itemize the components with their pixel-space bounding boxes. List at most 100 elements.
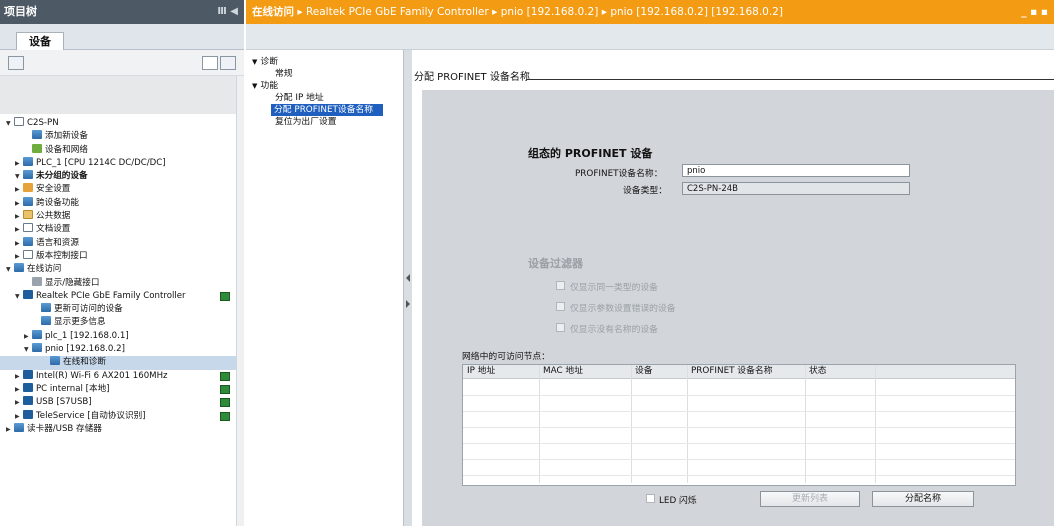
expanded-arrow-icon[interactable]: ▼ (15, 290, 23, 303)
page-title: 分配 PROFINET 设备名称 (414, 72, 530, 83)
expanded-arrow-icon[interactable]: ▼ (6, 117, 14, 130)
splitter[interactable] (404, 50, 412, 526)
nav-item[interactable]: 分配 PROFINET设备名称 (271, 104, 383, 116)
device-name-label: PROFINET设备名称： (575, 169, 663, 179)
row-divider (463, 411, 1015, 412)
tree-scrollbar[interactable] (236, 76, 244, 526)
led-flash-checkbox[interactable] (646, 494, 655, 503)
tree-item[interactable]: ▼ C2S-PN (0, 117, 236, 130)
tree-item[interactable]: 显示更多信息 (0, 316, 236, 329)
breadcrumb-item-online-access[interactable]: 在线访问 (252, 6, 294, 18)
breadcrumb-item-controller[interactable]: Realtek PCIe GbE Family Controller (306, 6, 489, 18)
collapsed-arrow-icon[interactable]: ▶ (15, 183, 23, 196)
expanded-arrow-icon[interactable]: ▼ (252, 58, 257, 66)
collapsed-arrow-icon[interactable]: ▶ (15, 370, 23, 383)
collapsed-arrow-icon[interactable]: ▶ (15, 237, 23, 250)
tree-item[interactable]: ▼ 在线访问 (0, 263, 236, 276)
add-device-icon[interactable] (220, 56, 236, 70)
expanded-arrow-icon[interactable]: ▼ (6, 263, 14, 276)
breadcrumb: 在线访问 ▸ Realtek PCIe GbE Family Controlle… (246, 0, 1054, 24)
collapse-left-icon[interactable] (406, 274, 410, 282)
tree-item[interactable]: 更新可访问的设备 (0, 303, 236, 316)
collapsed-arrow-icon[interactable]: ▶ (15, 410, 23, 423)
update-list-button[interactable]: 更新列表 (760, 491, 860, 507)
nav-item[interactable]: ▼ 诊断 (246, 56, 403, 68)
filter-same-type-checkbox[interactable] (556, 281, 565, 290)
nav-item[interactable]: 常规 (246, 68, 403, 80)
tree-item[interactable]: 设备和网络 (0, 143, 236, 157)
list-view-icon[interactable] (202, 56, 218, 70)
row-divider (463, 443, 1015, 444)
tree-item-label: 设备和网络 (45, 144, 88, 155)
tree-item[interactable]: ▼ Realtek PCIe GbE Family Controller (0, 289, 236, 303)
tree-item[interactable]: ▶ TeleService [自动协议识别] (0, 409, 236, 423)
pc-item-icon (23, 409, 33, 419)
tree-item[interactable]: ▶ plc_1 [192.168.0.1] (0, 329, 236, 343)
tree-item[interactable]: ▼ 未分组的设备 (0, 170, 236, 183)
expanded-arrow-icon[interactable]: ▼ (24, 343, 32, 356)
tree-item[interactable]: 显示/隐藏接口 (0, 276, 236, 290)
collapsed-arrow-icon[interactable]: ▶ (15, 157, 23, 170)
tree-item[interactable]: ▶ 读卡器/USB 存储器 (0, 422, 236, 436)
tree-item[interactable]: ▶ PC internal [本地] (0, 382, 236, 396)
tree-item[interactable]: 添加新设备 (0, 130, 236, 143)
nav-item[interactable]: ▼ 功能 (246, 80, 403, 92)
tree-item-label: 显示更多信息 (54, 317, 106, 328)
breadcrumb-separator: ▸ (492, 6, 498, 18)
col-device[interactable]: 设备 (635, 365, 653, 378)
function-nav: ▼ 诊断 常规 ▼ 功能 分配 IP 地址 分配 PROFINET设备名称 复位为出厂设置 (246, 50, 404, 526)
col-mac-address[interactable]: MAC 地址 (543, 365, 583, 378)
blue-item-icon (23, 170, 33, 180)
row-divider (463, 427, 1015, 428)
tree-item[interactable]: ▶ 语言和资源 (0, 236, 236, 250)
tree-item[interactable]: ▶ 公共数据 (0, 210, 236, 223)
col-status[interactable]: 状态 (809, 365, 827, 378)
tree-item[interactable]: ▶ 跨设备功能 (0, 196, 236, 210)
expanded-arrow-icon[interactable]: ▼ (252, 82, 257, 90)
breadcrumb-item-pnio-detail[interactable]: pnio [192.168.0.2] [192.168.0.2] (610, 6, 783, 18)
breadcrumb-separator: ▸ (601, 6, 607, 18)
tree-item[interactable]: ▼ pnio [192.168.0.2] (0, 343, 236, 356)
tab-devices[interactable]: 设备 (16, 32, 64, 50)
tree-item[interactable]: ▶ Intel(R) Wi-Fi 6 AX201 160MHz (0, 369, 236, 383)
filter-no-name-checkbox[interactable] (556, 323, 565, 332)
project-tree-title-bar: 项目树 Ⅲ ◀ (0, 0, 244, 24)
tree-item[interactable]: ▶ 文档设置 (0, 223, 236, 236)
online-status-icon (220, 291, 230, 301)
collapsed-arrow-icon[interactable]: ▶ (15, 197, 23, 210)
blue-item-icon (32, 329, 42, 339)
table-header: IP 地址 MAC 地址 设备 PROFINET 设备名称 状态 (463, 365, 1015, 379)
nav-item[interactable]: 分配 IP 地址 (246, 92, 403, 104)
col-profinet-name[interactable]: PROFINET 设备名称 (691, 365, 773, 378)
collapsed-arrow-icon[interactable]: ▶ (24, 330, 32, 343)
window-controls[interactable]: _ ▪ ▪ (1021, 0, 1048, 24)
nav-item-label: 分配 PROFINET设备名称 (274, 105, 374, 115)
breadcrumb-item-pnio[interactable]: pnio [192.168.0.2] (501, 6, 599, 18)
tree-item-label: plc_1 [192.168.0.1] (45, 330, 129, 341)
assign-name-button[interactable]: 分配名称 (872, 491, 974, 507)
expand-right-icon[interactable] (406, 300, 410, 308)
blue-item-icon (41, 303, 51, 313)
collapsed-arrow-icon[interactable]: ▶ (15, 210, 23, 223)
tree-item[interactable]: 在线和诊断 (0, 356, 236, 370)
tree-item[interactable]: ▶ PLC_1 [CPU 1214C DC/DC/DC] (0, 156, 236, 170)
col-divider (805, 365, 806, 483)
tree-item[interactable]: ▶ USB [S7USB] (0, 396, 236, 409)
tree-item[interactable]: ▶ 版本控制接口 (0, 249, 236, 263)
tree-item-label: 更新可访问的设备 (54, 304, 123, 315)
collapsed-arrow-icon[interactable]: ▶ (15, 223, 23, 236)
filter-wrong-params-checkbox[interactable] (556, 302, 565, 311)
col-divider (687, 365, 688, 483)
expanded-arrow-icon[interactable]: ▼ (15, 170, 23, 183)
tree-item[interactable]: ▶ 安全设置 (0, 183, 236, 196)
collapsed-arrow-icon[interactable]: ▶ (15, 396, 23, 409)
collapsed-arrow-icon[interactable]: ▶ (15, 383, 23, 396)
project-view-icon[interactable] (8, 56, 24, 70)
device-name-input[interactable]: pnio (682, 164, 910, 177)
collapsed-arrow-icon[interactable]: ▶ (15, 250, 23, 263)
col-ip-address[interactable]: IP 地址 (467, 365, 495, 378)
nav-item[interactable]: 复位为出厂设置 (246, 116, 403, 128)
nav-item-label: 诊断 (260, 57, 278, 67)
collapsed-arrow-icon[interactable]: ▶ (6, 423, 14, 436)
collapse-panel-icon[interactable]: Ⅲ ◀ (217, 0, 238, 24)
